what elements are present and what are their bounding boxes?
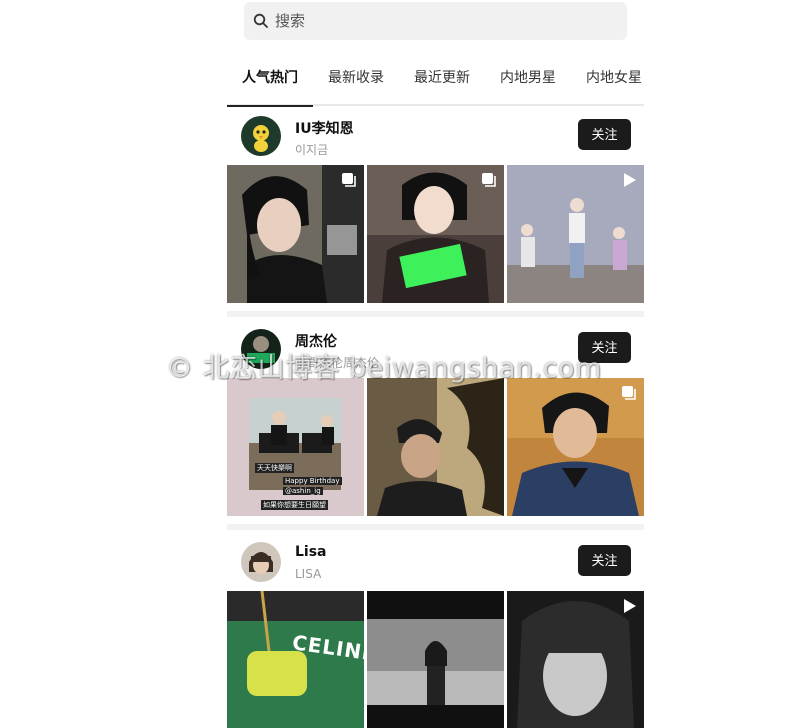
artist-card-iu: IU李知恩 이지금 关注 — [227, 104, 644, 305]
tab-mainland-male[interactable]: 内地男星 — [485, 56, 571, 104]
tab-popular[interactable]: 人气热门 — [227, 56, 313, 107]
search-bar[interactable] — [244, 2, 627, 40]
tab-mainland-female[interactable]: 内地女星 — [571, 56, 644, 104]
photo-grid: 天天快樂啊 Happy Birthday @ashin_ig 如果你想要生日願望 — [227, 378, 644, 516]
multi-photo-icon — [622, 386, 636, 400]
multi-photo-icon — [342, 173, 356, 187]
story-caption: @ashin_ig — [283, 487, 323, 495]
photo-tile[interactable] — [227, 165, 364, 303]
photo-tile[interactable] — [507, 378, 644, 516]
follow-button[interactable]: 关注 — [578, 545, 631, 576]
artist-subtitle: 이지금 — [295, 143, 329, 157]
artist-name[interactable]: IU李知恩 — [295, 118, 354, 138]
avatar[interactable] — [241, 542, 281, 582]
multi-photo-icon — [482, 173, 496, 187]
video-tile[interactable] — [507, 165, 644, 303]
tab-newest[interactable]: 最新收录 — [313, 56, 399, 104]
photo-tile[interactable] — [367, 378, 504, 516]
play-icon — [624, 599, 636, 613]
story-caption: 如果你想要生日願望 — [261, 500, 328, 510]
play-icon — [624, 173, 636, 187]
artist-card-lisa: Lisa LISA 关注 CELINE — [227, 530, 644, 728]
follow-button[interactable]: 关注 — [578, 119, 631, 150]
photo-grid — [227, 165, 644, 303]
photo-tile[interactable]: 天天快樂啊 Happy Birthday @ashin_ig 如果你想要生日願望 — [227, 378, 364, 516]
story-caption: Happy Birthday — [283, 477, 342, 485]
photo-tile[interactable] — [367, 591, 504, 728]
photo-grid: CELINE — [227, 591, 644, 728]
tab-recently-updated[interactable]: 最近更新 — [399, 56, 485, 104]
artist-name[interactable]: Lisa — [295, 544, 327, 560]
video-tile[interactable] — [507, 591, 644, 728]
search-icon — [253, 13, 268, 28]
artist-subtitle: LISA — [295, 567, 322, 581]
photo-tile[interactable]: CELINE — [227, 591, 364, 728]
category-tabs: 人气热门 最新收录 最近更新 内地男星 内地女星 — [227, 56, 644, 107]
watermark: © 北恋山博客 beiwangshan.com — [166, 353, 602, 384]
photo-tile[interactable] — [367, 165, 504, 303]
avatar[interactable] — [241, 116, 281, 156]
story-caption: 天天快樂啊 — [255, 463, 294, 473]
search-input[interactable] — [273, 11, 597, 31]
